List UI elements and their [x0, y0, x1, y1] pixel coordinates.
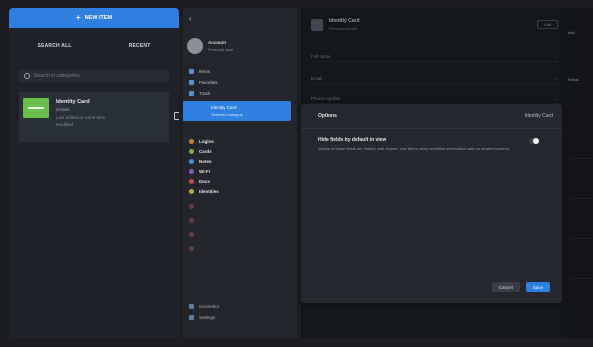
category-dot-icon[interactable] [189, 232, 194, 237]
item-subtitle: Details [56, 107, 70, 112]
account-subtitle: Personal vault [208, 47, 234, 52]
list-tabs: SEARCH ALL RECENT [9, 40, 179, 52]
id-card-icon [23, 98, 49, 118]
category-dot-icon[interactable] [189, 246, 194, 251]
new-item-button[interactable]: + NEW ITEM [9, 8, 179, 28]
options-dialog: Options Identity Card Hide fields by def… [301, 104, 562, 303]
category-color-icon [189, 168, 194, 174]
item-title: Identity Card [56, 99, 90, 105]
tab-recent[interactable]: RECENT [129, 43, 151, 49]
dialog-footer: Cancel Save [301, 282, 562, 294]
search-bar[interactable] [19, 70, 169, 82]
gear-icon [189, 315, 194, 320]
avatar [187, 38, 203, 54]
category-label: Logins [199, 138, 214, 144]
category-label: Wi-Fi [199, 168, 210, 174]
sidebar-item-label: Generator [199, 304, 220, 309]
search-icon [24, 73, 30, 79]
plus-icon: + [75, 13, 81, 22]
item-checkbox[interactable] [174, 112, 179, 120]
category-label: Cards [199, 148, 212, 154]
sidebar-item-sublabel: Selected category [211, 112, 244, 117]
extra-category-markers [189, 204, 194, 251]
items-list-panel: + NEW ITEM SEARCH ALL RECENT Identity Ca… [9, 8, 179, 338]
category-color-icon [189, 188, 194, 194]
category-label: Docs [199, 178, 211, 184]
account-name: Account [208, 40, 226, 45]
items-icon [189, 69, 194, 74]
sidebar-item-label: Trash [199, 91, 211, 96]
sidebar-item-trash[interactable]: Trash [183, 88, 297, 99]
item-meta-2: Modified [56, 122, 74, 127]
category-color-icon [189, 148, 194, 154]
setting-description: Values of these fields are hidden until … [318, 146, 510, 151]
category-notes[interactable]: Notes [183, 156, 297, 166]
category-color-icon [189, 158, 194, 164]
item-meta: Last edited at some time [56, 115, 106, 120]
sidebar-item-label: Settings [199, 315, 216, 320]
cancel-button[interactable]: Cancel [491, 282, 520, 292]
category-wifi[interactable]: Wi-Fi [183, 166, 297, 176]
category-label: Notes [199, 158, 212, 164]
setting-title: Hide fields by default in view [318, 137, 387, 143]
category-list: Logins Cards Notes Wi-Fi Docs Identities [183, 136, 297, 196]
sidebar-nav: Items Favorites Trash Identity Card Sele… [183, 66, 297, 125]
category-dot-icon[interactable] [189, 218, 194, 223]
back-arrow-icon[interactable]: ‹ [189, 14, 192, 23]
category-label: Identities [199, 188, 219, 194]
divider [301, 128, 562, 129]
dialog-context-label: Identity Card [524, 113, 553, 119]
sidebar-item-selected[interactable]: Identity Card Selected category [183, 101, 291, 121]
category-cards[interactable]: Cards [183, 146, 297, 156]
category-color-icon [189, 178, 194, 184]
sidebar-item-label: Items [199, 69, 211, 74]
key-icon [189, 304, 194, 309]
sidebar-item-items[interactable]: Items [183, 66, 297, 77]
sidebar-item-generator[interactable]: Generator [183, 301, 297, 312]
category-docs[interactable]: Docs [183, 176, 297, 186]
search-input[interactable] [34, 73, 154, 79]
trash-icon [189, 91, 194, 96]
star-icon [189, 80, 194, 85]
dialog-title: Options [318, 113, 337, 119]
tab-search-all[interactable]: SEARCH ALL [38, 43, 72, 49]
dialog-header: Options Identity Card [301, 104, 562, 128]
hide-fields-setting: Hide fields by default in view Values of… [318, 137, 538, 152]
sidebar-item-label: Identity Card [211, 105, 237, 110]
category-color-icon [189, 138, 194, 144]
sidebar-item-settings[interactable]: Settings [183, 312, 297, 323]
list-item[interactable]: Identity Card Details Last edited at som… [19, 92, 179, 142]
account-switcher[interactable]: Account Personal vault [187, 36, 293, 56]
hide-fields-toggle[interactable] [529, 138, 539, 144]
category-sidebar: ‹ Account Personal vault Items Favorites… [183, 8, 297, 338]
category-identities[interactable]: Identities [183, 186, 297, 196]
sidebar-item-label: Favorites [199, 80, 218, 85]
category-dot-icon[interactable] [189, 204, 194, 209]
category-logins[interactable]: Logins [183, 136, 297, 146]
sidebar-item-favorites[interactable]: Favorites [183, 77, 297, 88]
save-button[interactable]: Save [525, 282, 550, 292]
new-item-label: NEW ITEM [84, 15, 113, 21]
sidebar-footer: Generator Settings [183, 301, 297, 323]
